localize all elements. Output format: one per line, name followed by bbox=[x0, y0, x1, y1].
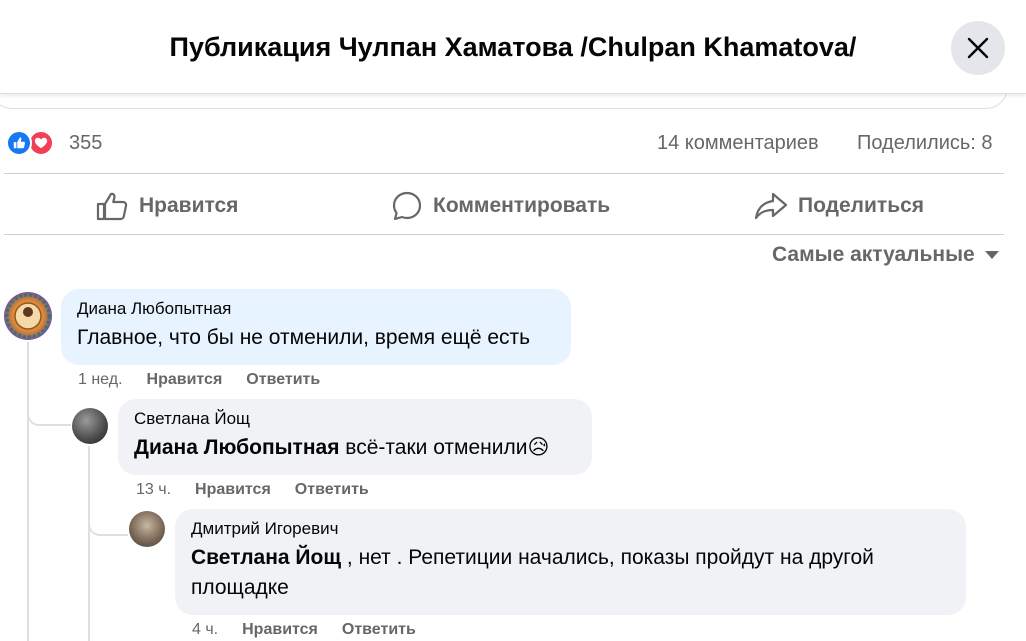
share-button[interactable]: Поделиться bbox=[754, 184, 924, 228]
thread-line bbox=[88, 446, 90, 641]
comment-meta: 13 ч. Нравится Ответить bbox=[136, 481, 393, 499]
comment-button-label: Комментировать bbox=[433, 194, 611, 217]
comments-count[interactable]: 14 комментариев bbox=[657, 132, 819, 155]
avatar[interactable] bbox=[72, 408, 108, 444]
comment-author[interactable]: Диана Любопытная bbox=[77, 299, 555, 319]
close-icon bbox=[967, 37, 989, 59]
close-button[interactable] bbox=[951, 21, 1005, 75]
comment-like-link[interactable]: Нравится bbox=[242, 621, 318, 639]
comment-sort-dropdown[interactable]: Самые актуальные bbox=[772, 243, 999, 267]
comment-author[interactable]: Светлана Йощ bbox=[134, 409, 576, 429]
comment-mention[interactable]: Светлана Йощ bbox=[191, 546, 341, 569]
share-button-label: Поделиться bbox=[798, 194, 925, 217]
comment-text: Диана Любопытная всё-таки отменили😥 bbox=[134, 433, 576, 463]
reactions-count[interactable]: 355 bbox=[69, 132, 102, 155]
thread-connector bbox=[88, 510, 128, 536]
comment-button[interactable]: Комментировать bbox=[391, 184, 610, 228]
comment-mention[interactable]: Диана Любопытная bbox=[134, 436, 339, 459]
comment-author[interactable]: Дмитрий Игоревич bbox=[191, 519, 950, 539]
comment-text-body: , нет . Репетиции начались, показы пройд… bbox=[341, 546, 874, 569]
comment-text-body: всё-таки отменили bbox=[339, 436, 528, 459]
like-reaction-icon bbox=[6, 130, 32, 156]
share-icon bbox=[754, 192, 788, 220]
reactions-summary[interactable] bbox=[6, 130, 64, 156]
thread-line bbox=[27, 342, 29, 641]
thumbs-up-icon bbox=[96, 192, 128, 221]
shares-count[interactable]: Поделились: 8 bbox=[857, 132, 993, 155]
comment-reply-link[interactable]: Ответить bbox=[295, 481, 369, 499]
comment-bubble: Дмитрий Игоревич Светлана Йощ , нет . Ре… bbox=[175, 509, 966, 615]
comment-icon bbox=[392, 191, 422, 221]
avatar-image bbox=[5, 293, 51, 339]
divider bbox=[4, 173, 1004, 174]
comment-meta: 1 нед. Нравится Ответить bbox=[78, 371, 344, 389]
dialog-title: Публикация Чулпан Хаматова /Chulpan Kham… bbox=[169, 32, 857, 62]
comment-like-link[interactable]: Нравится bbox=[195, 481, 271, 499]
comment-reply-link[interactable]: Ответить bbox=[342, 621, 416, 639]
post-stats: 355 14 комментариев Поделились: 8 bbox=[0, 125, 1026, 161]
divider bbox=[4, 234, 1004, 235]
like-button[interactable]: Нравится bbox=[96, 184, 238, 228]
comment-text: Светлана Йощ , нет . Репетиции начались,… bbox=[191, 543, 950, 603]
comment-meta: 4 ч. Нравится Ответить bbox=[192, 621, 440, 639]
comment-text-body-2: площадке bbox=[191, 576, 289, 599]
comment-time[interactable]: 1 нед. bbox=[78, 371, 123, 389]
comment-text: Главное, что бы не отменили, время ещё е… bbox=[77, 326, 531, 349]
comment-bubble: Светлана Йощ Диана Любопытная всё-таки о… bbox=[118, 399, 592, 475]
sort-label: Самые актуальные bbox=[772, 243, 975, 266]
comment-time[interactable]: 4 ч. bbox=[192, 621, 218, 639]
avatar[interactable] bbox=[129, 511, 165, 547]
like-button-label: Нравится bbox=[139, 194, 239, 217]
comment-like-link[interactable]: Нравится bbox=[147, 371, 223, 389]
dialog-header: Публикация Чулпан Хаматова /Chulpan Kham… bbox=[0, 0, 1026, 94]
comment-time[interactable]: 13 ч. bbox=[136, 481, 171, 499]
sad-emoji: 😥 bbox=[527, 436, 550, 459]
avatar[interactable] bbox=[4, 292, 52, 340]
comment-bubble: Диана Любопытная Главное, что бы не отме… bbox=[61, 289, 571, 365]
caret-down-icon bbox=[984, 251, 999, 259]
thread-connector bbox=[27, 400, 71, 426]
comment-reply-link[interactable]: Ответить bbox=[246, 371, 320, 389]
